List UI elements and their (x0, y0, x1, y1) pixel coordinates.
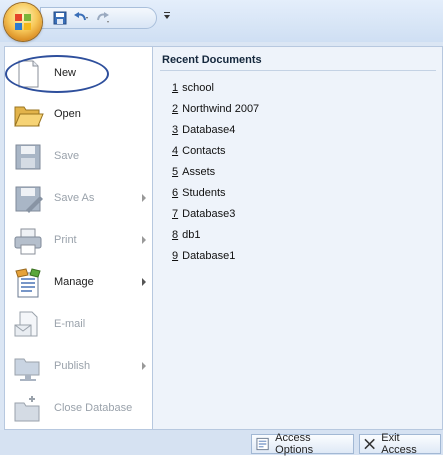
submenu-arrow-icon (142, 278, 146, 286)
submenu-arrow-icon (142, 236, 146, 244)
recent-document-item[interactable]: 2 Northwind 2007 (172, 103, 259, 115)
close-database-icon (14, 396, 40, 422)
menu-item-label: Save (54, 150, 80, 162)
recent-document-item[interactable]: 4 Contacts (172, 145, 226, 157)
open-folder-icon (14, 106, 44, 127)
quick-access-toolbar (40, 7, 157, 29)
menu-item-open[interactable]: Open (4, 95, 151, 135)
exit-access-button[interactable]: Exit Access (359, 432, 441, 456)
recent-document-item[interactable]: 6 Students (172, 187, 226, 199)
menu-item-label: Publish (54, 360, 91, 372)
menu-item-label: Manage (54, 276, 94, 288)
office-logo-icon (15, 14, 31, 30)
menu-item-save[interactable]: Save (4, 137, 151, 177)
save-icon[interactable] (53, 11, 67, 25)
customize-dropdown-icon[interactable] (163, 11, 171, 21)
save-disk-icon (15, 144, 41, 170)
recent-document-item[interactable]: 3 Database4 (172, 124, 235, 136)
recent-documents-title: Recent Documents (162, 54, 262, 66)
access-options-label: Access Options (275, 432, 314, 456)
menu-item-label: E-mail (54, 318, 86, 330)
access-options-button[interactable]: Access Options (251, 432, 354, 456)
redo-icon[interactable] (95, 11, 111, 25)
office-button[interactable] (4, 3, 42, 41)
submenu-arrow-icon (142, 194, 146, 202)
manage-icon (15, 268, 41, 298)
menu-item-manage[interactable]: Manage (4, 263, 151, 303)
menu-item-label: Close Database (54, 402, 133, 414)
undo-icon[interactable] (73, 11, 89, 25)
menu-item-print[interactable]: Print (4, 221, 151, 261)
menu-item-label: Save As (54, 192, 95, 204)
menu-item-label: Open (54, 108, 81, 120)
save-as-icon (15, 186, 43, 213)
recent-document-item[interactable]: 9 Database1 (172, 250, 235, 262)
printer-icon (14, 228, 42, 255)
options-icon (256, 437, 269, 451)
recent-document-item[interactable]: 1 school (172, 82, 214, 94)
publish-icon (14, 358, 40, 381)
recent-document-item[interactable]: 8 db1 (172, 229, 200, 241)
highlight-ellipse (5, 55, 109, 93)
divider (160, 70, 436, 71)
recent-document-item[interactable]: 7 Database3 (172, 208, 235, 220)
recent-document-item[interactable]: 5 Assets (172, 166, 215, 178)
email-icon (14, 311, 38, 337)
menu-item-email[interactable]: E-mail (4, 305, 151, 345)
menu-item-label: Print (54, 234, 77, 246)
menu-item-publish[interactable]: Publish (4, 347, 151, 387)
submenu-arrow-icon (142, 362, 146, 370)
close-icon (364, 438, 375, 450)
menu-item-save-as[interactable]: Save As (4, 179, 151, 219)
menu-item-close-database[interactable]: Close Database (4, 389, 151, 429)
exit-access-label: Exit Access (381, 432, 417, 456)
